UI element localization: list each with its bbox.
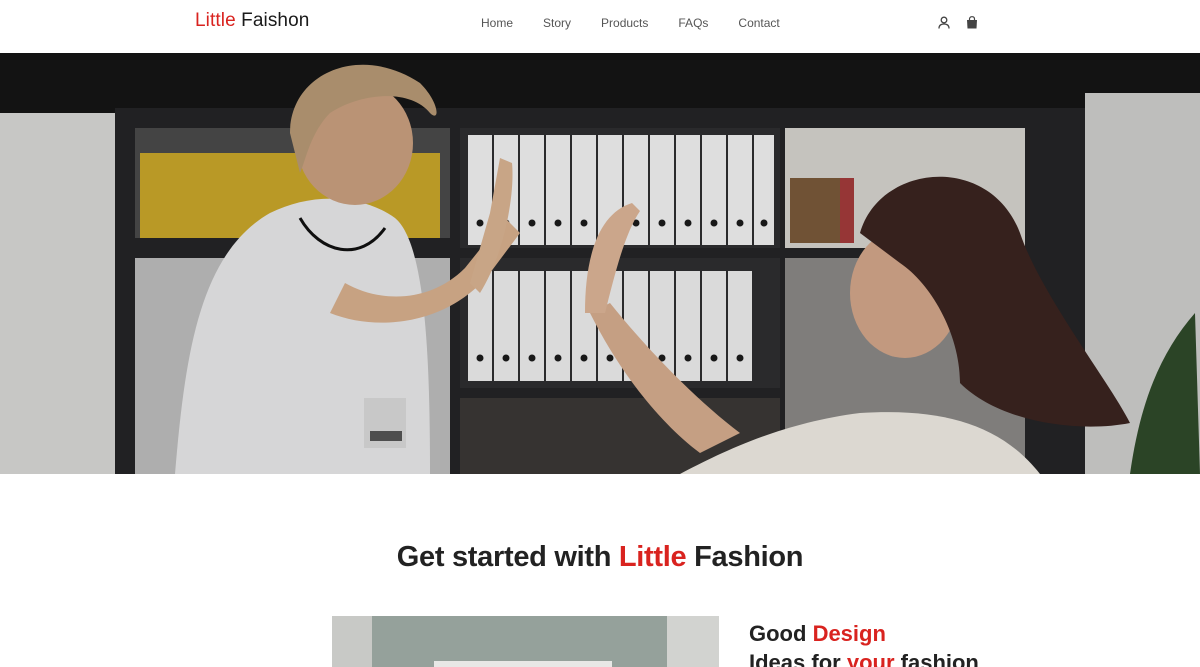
feature-heading-line-1: Good Design	[749, 619, 1009, 648]
feature-heading-text-3: fashion	[900, 650, 979, 667]
user-icon[interactable]	[936, 14, 952, 30]
nav-icons	[936, 14, 980, 30]
nav-link-contact[interactable]: Contact	[723, 16, 794, 30]
navbar: Little Faishon Home Story Products FAQs …	[0, 0, 1200, 53]
main-nav: Home Story Products FAQs Contact	[466, 16, 795, 30]
feature-heading-text-2: Ideas for	[749, 650, 841, 667]
feature-heading-accent: Design	[812, 621, 886, 646]
brand-logo-link[interactable]: Little Faishon	[195, 10, 309, 32]
nav-link-home[interactable]: Home	[466, 16, 528, 30]
nav-link-products[interactable]: Products	[586, 16, 663, 30]
section-title-text-end: Fashion	[694, 541, 804, 573]
feature-image	[332, 616, 719, 667]
hero-photo	[0, 53, 1200, 474]
section-title: Get started with Little Fashion	[0, 541, 1200, 574]
feature-heading-line-2: Ideas for your fashion	[749, 648, 1009, 667]
shopping-bag-icon[interactable]	[964, 14, 980, 30]
section-title-text: Get started with	[396, 541, 612, 573]
brand-text: Faishon	[241, 10, 310, 31]
feature-heading-text: Good	[749, 621, 807, 646]
nav-link-faqs[interactable]: FAQs	[663, 16, 723, 30]
hero-image	[0, 53, 1200, 474]
brand-accent-text: Little	[195, 10, 236, 31]
feature-photo	[332, 616, 719, 667]
feature-heading: Good Design Ideas for your fashion	[749, 619, 1009, 667]
section-title-accent: Little	[618, 541, 687, 573]
feature-heading-accent-2: your	[846, 650, 895, 667]
nav-link-story[interactable]: Story	[528, 16, 586, 30]
